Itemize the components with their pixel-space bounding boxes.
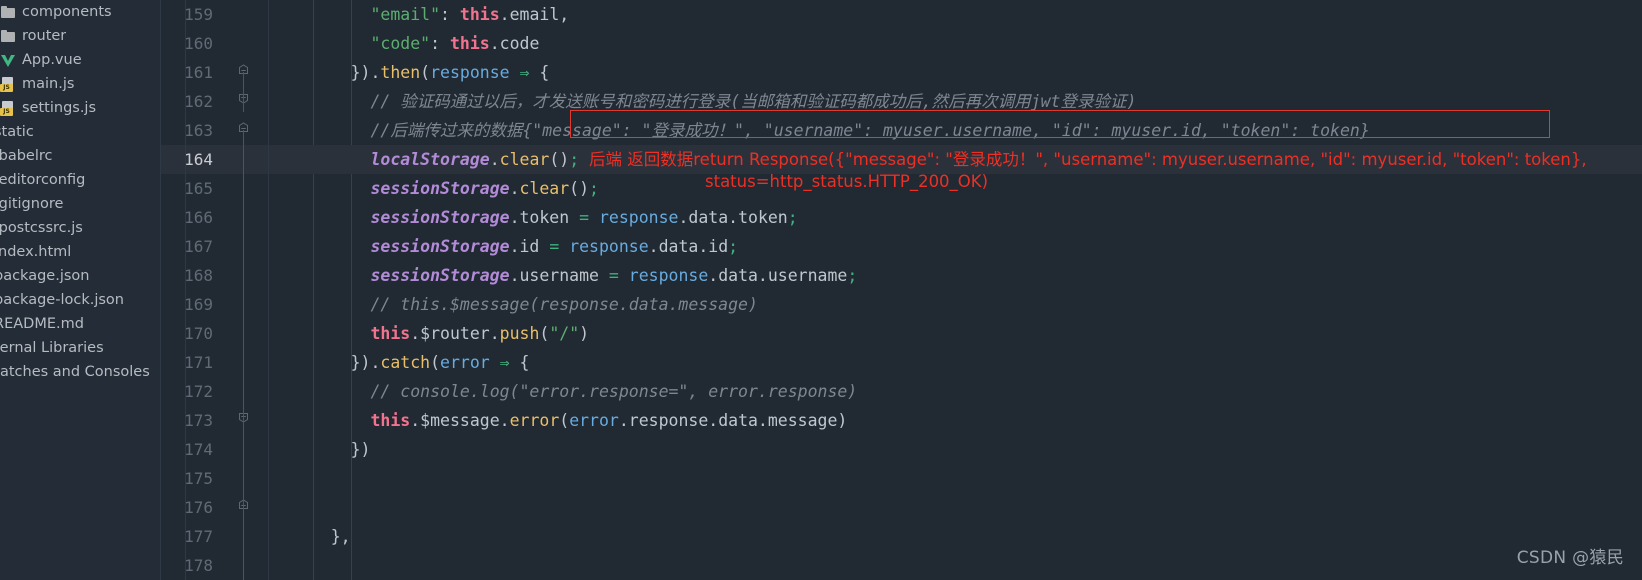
tree-item-label: App.vue [22, 52, 82, 68]
line-number: 162 [184, 92, 213, 111]
tree-item-readme-md[interactable]: README.md [0, 312, 160, 336]
tree-item-label: README.md [0, 316, 84, 332]
line-number: 176 [184, 498, 213, 517]
line-number: 166 [184, 208, 213, 227]
line-number-current: 164 [160, 145, 275, 174]
tree-item-label: settings.js [22, 100, 97, 116]
tree-item-label: ternal Libraries [0, 340, 104, 356]
line-number: 161 [184, 63, 213, 82]
tree-item-index-html[interactable]: index.html [0, 240, 160, 264]
tree-item-babelrc[interactable]: .babelrc [0, 144, 160, 168]
tree-item-label: static [0, 124, 34, 140]
line-number: 159 [184, 5, 213, 24]
code-line-174: }) [291, 440, 371, 459]
tree-item-static[interactable]: static [0, 120, 160, 144]
js-file-icon [0, 100, 16, 116]
tree-item-package-json[interactable]: package.json [0, 264, 160, 288]
line-number: 165 [184, 179, 213, 198]
line-number: 178 [184, 556, 213, 575]
code-editor[interactable]: 159 160 161 162 163 164 165 166 167 168 … [160, 0, 1642, 580]
fold-rail [243, 507, 244, 580]
line-number-gutter: 159 160 161 162 163 164 165 166 167 168 … [160, 0, 275, 580]
code-line-167: sessionStorage.id = response.data.id; [370, 237, 739, 256]
line-number: 169 [184, 295, 213, 314]
code-comment: // this.$message(response.data.message) [370, 295, 758, 314]
annotation-note-line-1: 后端 返回数据return Response({"message": "登录成功… [589, 150, 1587, 169]
code-line-161: }).then(response ⇒ { [291, 63, 550, 82]
line-number: 160 [184, 34, 213, 53]
code-line-172: // console.log("error.response=", error.… [275, 377, 1642, 406]
tree-item-postcssrc-js[interactable]: .postcssrc.js [0, 216, 160, 240]
line-number: 175 [184, 469, 213, 488]
line-number: 177 [184, 527, 213, 546]
tree-item-label: router [22, 28, 67, 44]
tree-item-label: main.js [22, 76, 75, 92]
tree-item-external-libraries[interactable]: ternal Libraries [0, 336, 160, 360]
tree-item-label: index.html [0, 244, 72, 260]
tree-item-label: .postcssrc.js [0, 220, 83, 236]
code-line-159: "email": this.email, [370, 5, 570, 24]
line-number: 167 [184, 237, 213, 256]
tree-item-app-vue[interactable]: App.vue [0, 48, 160, 72]
tree-item-main-js[interactable]: main.js [0, 72, 160, 96]
line-number: 174 [184, 440, 213, 459]
gutter-divider [185, 0, 186, 580]
tree-item-label: package-lock.json [0, 292, 124, 308]
line-number: 168 [184, 266, 213, 285]
code-line-177: }, [291, 527, 351, 546]
vue-icon [0, 52, 16, 68]
code-line-169: // this.$message(response.data.message) [275, 290, 1642, 319]
tree-item-gitignore[interactable]: .gitignore [0, 192, 160, 216]
fold-rail [243, 72, 244, 112]
ide-window: components router App.vue main.js settin… [0, 0, 1642, 580]
line-number: 163 [184, 121, 213, 140]
code-comment: // console.log("error.response=", error.… [370, 382, 858, 401]
tree-item-scratches-and-consoles[interactable]: ratches and Consoles [0, 360, 160, 384]
line-number: 173 [184, 411, 213, 430]
tree-item-label: package.json [0, 268, 90, 284]
folder-icon [0, 28, 16, 44]
code-line-160: "code": this.code [370, 34, 540, 53]
tree-item-router[interactable]: router [0, 24, 160, 48]
line-number: 172 [184, 382, 213, 401]
code-line-168: sessionStorage.username = response.data.… [370, 266, 858, 285]
tree-item-components[interactable]: components [0, 0, 160, 24]
code-comment: // 验证码通过以后，才发送账号和密码进行登录(当邮箱和验证码都成功后,然后再次… [370, 92, 1137, 111]
tree-item-label: .editorconfig [0, 172, 86, 188]
line-number: 170 [184, 324, 213, 343]
code-line-163: //后端传过来的数据{"message": "登录成功！", "username… [275, 116, 1642, 145]
tree-item-editorconfig[interactable]: .editorconfig [0, 168, 160, 192]
code-line-170: this.$router.push("/") [370, 324, 590, 343]
code-comment-highlighted: //后端传过来的数据{"message": "登录成功！", "username… [370, 121, 1370, 140]
code-line-162: // 验证码通过以后，才发送账号和密码进行登录(当邮箱和验证码都成功后,然后再次… [275, 87, 1642, 116]
fold-rail [243, 130, 244, 420]
csdn-watermark: CSDN @猿民 [1516, 548, 1624, 568]
gutter-divider [268, 0, 269, 580]
tree-item-package-lock-json[interactable]: package-lock.json [0, 288, 160, 312]
tree-item-label: ratches and Consoles [0, 364, 150, 380]
tree-item-label: .babelrc [0, 148, 53, 164]
fold-rail [243, 420, 244, 508]
tree-item-label: components [22, 4, 112, 20]
code-line-166: sessionStorage.token = response.data.tok… [370, 208, 798, 227]
tree-item-settings-js[interactable]: settings.js [0, 96, 160, 120]
js-file-icon [0, 76, 16, 92]
code-text-area[interactable]: "email": this.email, "code": this.code }… [275, 0, 1642, 580]
code-line-171: }).catch(error ⇒ { [291, 353, 530, 372]
tree-item-label: .gitignore [0, 196, 64, 212]
annotation-note-line-2: status=http_status.HTTP_200_OK) [705, 172, 989, 191]
code-line-173: this.$message.error(error.response.data.… [370, 411, 848, 430]
gutter-divider [160, 0, 161, 580]
folder-icon [0, 4, 16, 20]
line-number: 171 [184, 353, 213, 372]
project-tree-sidebar[interactable]: components router App.vue main.js settin… [0, 0, 160, 580]
